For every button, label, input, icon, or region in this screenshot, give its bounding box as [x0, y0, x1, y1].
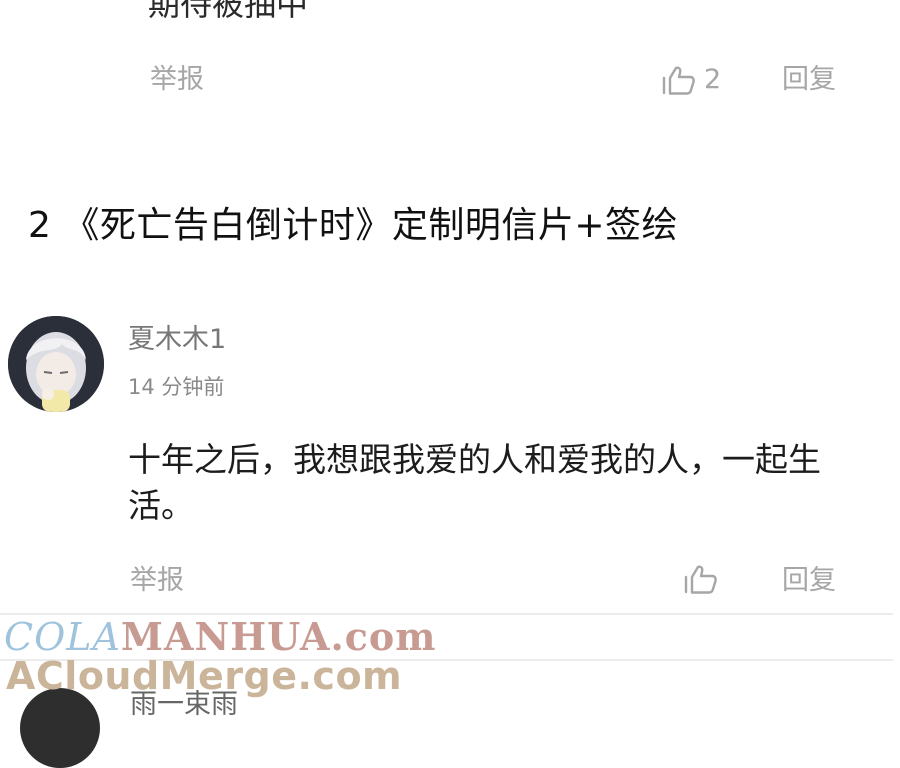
- section-title: 2 《死亡告白倒计时》定制明信片+签绘: [28, 205, 679, 246]
- next-avatar[interactable]: [20, 688, 100, 768]
- watermark-line-1: COLAMANHUA.com: [4, 615, 436, 659]
- like-count: 2: [704, 64, 722, 95]
- comment-timestamp: 14 分钟前: [128, 375, 225, 399]
- thumbs-up-icon: [662, 65, 696, 95]
- report-button[interactable]: 举报: [150, 63, 204, 97]
- previous-comment-text: 期待被抽中: [148, 0, 309, 23]
- like-button-2[interactable]: [684, 564, 718, 594]
- report-button-2[interactable]: 举报: [130, 564, 184, 598]
- watermark-cola: COLA: [4, 615, 121, 659]
- watermark-line-2: ACloudMerge.com: [6, 654, 403, 698]
- reply-button-2[interactable]: 回复: [782, 564, 836, 598]
- reply-button[interactable]: 回复: [782, 63, 836, 97]
- watermark-manhua: MANHUA.com: [120, 614, 437, 659]
- comment-username[interactable]: 夏木木1: [128, 322, 226, 358]
- avatar[interactable]: [8, 316, 104, 412]
- comment-text: 十年之后，我想跟我爱的人和爱我的人，一起生活。: [128, 440, 821, 525]
- thumbs-up-icon: [684, 564, 718, 594]
- like-button[interactable]: 2: [662, 63, 721, 97]
